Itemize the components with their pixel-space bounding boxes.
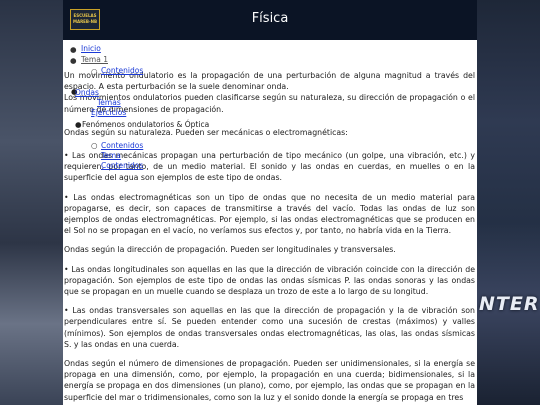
paragraph-longitudinales: • Las ondas longitudinales son aquellas …	[64, 264, 475, 297]
paragraph-transversales: • Las ondas transversales son aquellas e…	[64, 306, 475, 349]
background-left-art	[0, 0, 63, 405]
paragraph-dimensiones: Ondas según el número de dimensiones de …	[64, 359, 475, 402]
bullet-icon: ●	[70, 45, 77, 54]
circle-bullet-icon: ○	[91, 141, 98, 150]
bullet-icon: ●	[70, 56, 77, 65]
background-right-art: NTER	[477, 0, 540, 405]
nav-item-tema[interactable]: Tema 1	[81, 55, 108, 64]
nav-subitem-contents-2[interactable]: Contenidos	[101, 141, 143, 150]
nav-menu: ● Inicio ● Tema 1 ○ Contenidos	[63, 40, 477, 76]
paragraph-electromagneticas: • Las ondas electromagnéticas son un tip…	[64, 192, 475, 236]
nav-subitem-tema[interactable]: Tema	[101, 151, 121, 160]
circle-bullet-icon: ○	[91, 67, 98, 76]
bullet-icon: ●	[75, 120, 82, 129]
nav-subitem-contents[interactable]: Contenidos	[101, 66, 143, 75]
nav-subitem-temas[interactable]: Temas	[97, 98, 121, 107]
nav-item-contents[interactable]: Contenidos	[101, 161, 143, 170]
page-title: Física	[251, 11, 289, 26]
nav-subitem-ondas[interactable]: Ondas	[75, 88, 99, 97]
nav-item-fenomenos[interactable]: Fenómenos ondulatorios & Óptica	[82, 120, 209, 129]
site-header: ESCUELAS MAREB-NB Física	[63, 0, 477, 40]
background-logo-text: NTER	[479, 293, 540, 315]
nav-item-home[interactable]: Inicio	[81, 44, 101, 53]
page-container: ESCUELAS MAREB-NB Física ● Inicio ● Tema…	[63, 0, 477, 405]
paragraph-direccion: Ondas según la dirección de propagación.…	[64, 245, 396, 255]
nav-subitem-ejercicios[interactable]: Ejercicios	[91, 108, 126, 117]
